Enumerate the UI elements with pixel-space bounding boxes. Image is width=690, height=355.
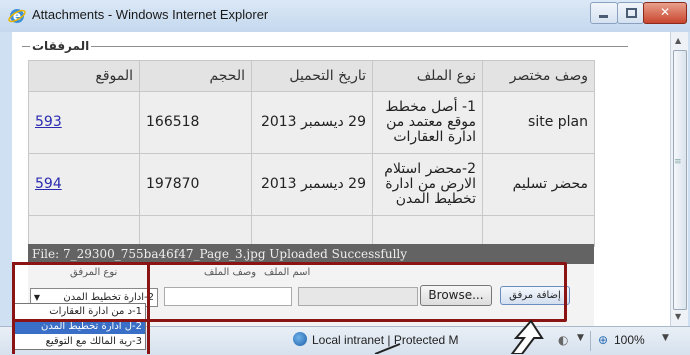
cell-date: 29 ديسمبر 2013 bbox=[251, 153, 373, 216]
header-upload-date: تاريخ التحميل bbox=[251, 60, 373, 92]
scroll-thumb[interactable] bbox=[673, 50, 687, 310]
globe-icon bbox=[293, 332, 307, 346]
highlight-frame-select bbox=[12, 262, 150, 354]
table-row: site plan 1- أصل مخطط موقع معتمد من ادار… bbox=[28, 91, 595, 154]
ie-logo-icon: e bbox=[8, 9, 26, 23]
zoom-chevron-icon[interactable]: ▼ bbox=[662, 333, 669, 343]
attachments-legend: المرفقات bbox=[30, 39, 92, 53]
cell-date: 29 ديسمبر 2013 bbox=[251, 91, 373, 154]
table-header-row: وصف مختصر نوع الملف تاريخ التحميل الحجم … bbox=[28, 60, 595, 92]
window-titlebar: e Attachments - Windows Internet Explore… bbox=[0, 0, 690, 32]
cell-location: 594 bbox=[28, 153, 140, 216]
vertical-scrollbar[interactable]: ▲ ≡ ▼ bbox=[670, 32, 688, 326]
minimize-button[interactable] bbox=[590, 2, 618, 24]
scroll-up-icon[interactable]: ▲ bbox=[675, 36, 681, 45]
chevron-down-icon[interactable]: ▼ bbox=[577, 333, 584, 343]
cell-location: 593 bbox=[28, 91, 140, 154]
empty-cell bbox=[482, 215, 595, 247]
location-link[interactable]: 593 bbox=[35, 114, 62, 130]
separator bbox=[590, 331, 591, 351]
maximize-button[interactable] bbox=[617, 2, 644, 24]
cell-description: محضر تسليم bbox=[482, 153, 595, 216]
close-icon: ✕ bbox=[659, 5, 671, 19]
cell-description: site plan bbox=[482, 91, 595, 154]
table-row: محضر تسليم 2-محضر استلام الارض من ادارة … bbox=[28, 153, 595, 216]
scroll-grip-icon: ≡ bbox=[674, 157, 682, 167]
upload-status-message: File: 7_29300_755ba46f47_Page_3.jpg Uplo… bbox=[28, 244, 594, 264]
header-location: الموقع bbox=[28, 60, 140, 92]
table-row-empty bbox=[28, 215, 595, 247]
empty-cell bbox=[28, 215, 140, 247]
scroll-down-icon[interactable]: ▼ bbox=[675, 312, 681, 321]
header-size: الحجم bbox=[139, 60, 252, 92]
window-title: Attachments - Windows Internet Explorer bbox=[32, 7, 269, 22]
close-button[interactable]: ✕ bbox=[643, 2, 687, 24]
fieldset-border bbox=[22, 46, 628, 47]
cell-file-type: 2-محضر استلام الارض من ادارة تخطيط المدن bbox=[372, 153, 483, 216]
cell-file-type: 1- أصل مخطط موقع معتمد من ادارة العقارات bbox=[372, 91, 483, 154]
cell-size: 197870 bbox=[139, 153, 252, 216]
header-description: وصف مختصر bbox=[482, 60, 595, 92]
cell-size: 166518 bbox=[139, 91, 252, 154]
empty-cell bbox=[139, 215, 252, 247]
zoom-icon: ⊕ bbox=[598, 333, 609, 347]
attachments-table: وصف مختصر نوع الملف تاريخ التحميل الحجم … bbox=[28, 60, 595, 247]
empty-cell bbox=[251, 215, 373, 247]
empty-cell bbox=[372, 215, 483, 247]
protected-mode-icon[interactable]: ◐ bbox=[558, 333, 568, 347]
security-zone[interactable]: Local intranet | Protected M bbox=[312, 333, 459, 347]
location-link[interactable]: 594 bbox=[35, 176, 62, 192]
zoom-level[interactable]: 100% bbox=[614, 333, 645, 347]
header-file-type: نوع الملف bbox=[372, 60, 483, 92]
